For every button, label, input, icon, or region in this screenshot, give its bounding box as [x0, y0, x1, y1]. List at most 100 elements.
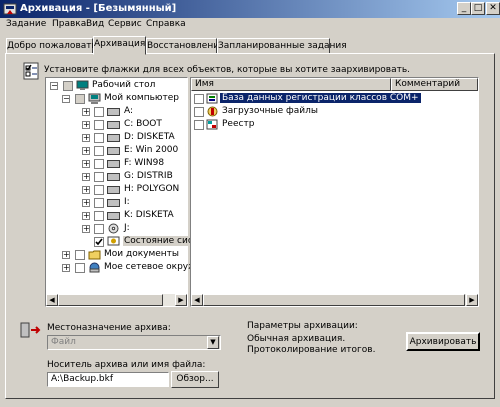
column-header-name[interactable]: Имя	[191, 78, 391, 91]
collapse-icon[interactable]: −	[50, 82, 58, 90]
expand-icon[interactable]: +	[82, 147, 90, 155]
close-button[interactable]: ✕	[486, 2, 500, 15]
boot-files-icon	[207, 106, 218, 117]
menu-help[interactable]: Справка	[146, 19, 186, 29]
scroll-left-button[interactable]: ◀	[46, 294, 58, 306]
tab-restore[interactable]: Восстановление	[146, 38, 225, 54]
checklist-icon	[23, 62, 39, 80]
list-item-checkbox[interactable]	[194, 120, 204, 130]
drive-label: J:	[124, 223, 130, 233]
drive-label: A:	[124, 106, 134, 116]
media-path-input[interactable]: A:\Backup.bkf	[47, 372, 169, 387]
expand-icon[interactable]: +	[82, 173, 90, 181]
drive-checkbox[interactable]	[94, 120, 104, 130]
expand-icon[interactable]: +	[82, 225, 90, 233]
drive-checkbox[interactable]	[94, 224, 104, 234]
hard-drive-icon	[107, 147, 120, 155]
network-icon	[89, 262, 100, 273]
list-item-checkbox[interactable]	[194, 107, 204, 117]
tab-welcome[interactable]: Добро пожаловать!	[6, 38, 100, 54]
scroll-left-button[interactable]: ◀	[191, 294, 203, 306]
folder-icon	[88, 250, 101, 260]
title-bar: Архивация - [Безымянный] _ □ ✕	[0, 0, 500, 18]
hard-drive-icon	[107, 212, 120, 220]
scroll-right-button[interactable]: ▶	[466, 294, 478, 306]
drive-checkbox[interactable]	[94, 133, 104, 143]
registry-icon	[206, 119, 218, 130]
component-icon	[206, 93, 218, 104]
scroll-thumb[interactable]	[203, 294, 465, 306]
expand-icon[interactable]: +	[62, 264, 70, 272]
expand-icon[interactable]: +	[82, 199, 90, 207]
expand-icon[interactable]: +	[82, 160, 90, 168]
scroll-right-button[interactable]: ▶	[175, 294, 187, 306]
checkbox-my-computer[interactable]	[75, 94, 85, 104]
drive-checkbox[interactable]	[94, 211, 104, 221]
drive-checkbox[interactable]	[94, 107, 104, 117]
hard-drive-icon	[107, 186, 120, 194]
backup-destination-icon	[20, 322, 41, 338]
params-line-1: Обычная архивация.	[247, 334, 346, 344]
media-path-value: A:\Backup.bkf	[51, 374, 114, 384]
expand-icon[interactable]: +	[82, 212, 90, 220]
drive-label: I:	[124, 197, 130, 207]
drive-label: E: Win 2000	[124, 145, 179, 155]
drive-checkbox[interactable]	[94, 159, 104, 169]
checkbox-my-documents[interactable]	[75, 250, 85, 260]
drive-checkbox[interactable]	[94, 185, 104, 195]
tab-backup[interactable]: Архивация	[93, 36, 146, 55]
checkbox-desktop[interactable]	[63, 81, 73, 91]
tree-label-desktop: Рабочий стол	[92, 80, 156, 90]
hard-drive-icon	[107, 173, 120, 181]
destination-label: Местоназначение архива:	[47, 323, 171, 333]
window-title: Архивация - [Безымянный]	[20, 3, 177, 14]
hard-drive-icon	[107, 134, 120, 142]
drive-label: K: DISKETA	[124, 210, 174, 220]
minimize-button[interactable]: _	[457, 2, 471, 15]
drive-checkbox[interactable]	[94, 198, 104, 208]
menu-task[interactable]: Задание	[6, 19, 46, 29]
menu-tools[interactable]: Сервис	[108, 19, 142, 29]
expand-icon[interactable]: +	[82, 121, 90, 129]
hard-drive-icon	[107, 160, 120, 168]
tree-label-my-documents: Мои документы	[104, 249, 180, 259]
drive-checkbox[interactable]	[94, 146, 104, 156]
tree-label-network: Мое сетевое окруже	[104, 262, 202, 272]
drive-checkbox[interactable]	[94, 172, 104, 182]
expand-icon[interactable]: +	[82, 134, 90, 142]
checkbox-network[interactable]	[75, 263, 85, 273]
browse-button[interactable]: Обзор...	[171, 371, 219, 388]
expand-icon[interactable]: +	[82, 108, 90, 116]
drive-label: C: BOOT	[124, 119, 162, 129]
params-line-2: Протоколирование итогов.	[247, 345, 376, 355]
menu-view[interactable]: Вид	[86, 19, 104, 29]
tree-label-my-computer: Мой компьютер	[104, 93, 179, 103]
list-horizontal-scrollbar[interactable]: ◀ ▶	[191, 294, 478, 306]
tab-scheduled-jobs[interactable]: Запланированные задания	[217, 38, 347, 54]
cd-drive-icon	[108, 223, 119, 234]
list-item-label: Загрузочные файлы	[222, 106, 318, 116]
destination-select[interactable]: Файл ▼	[47, 335, 221, 350]
system-state-checkbox[interactable]	[94, 237, 104, 247]
floppy-drive-icon	[107, 108, 120, 116]
collapse-icon[interactable]: −	[62, 95, 70, 103]
list-item-checkbox[interactable]	[194, 94, 204, 104]
chevron-down-icon[interactable]: ▼	[207, 336, 219, 349]
list-item-label: База данных регистрации классов COM+	[220, 93, 421, 103]
scroll-thumb[interactable]	[58, 294, 163, 306]
cd-drive-icon	[107, 199, 120, 207]
file-list-view[interactable]: Имя Комментарий База данных регистрации …	[190, 77, 479, 307]
expand-icon[interactable]: +	[82, 186, 90, 194]
media-label: Носитель архива или имя файла:	[47, 360, 206, 370]
menu-edit[interactable]: Правка	[52, 19, 86, 29]
system-state-icon	[107, 236, 120, 246]
menu-bar: Задание Правка Вид Сервис Справка	[0, 18, 500, 34]
tree-view[interactable]: − Рабочий стол − Мой компьютер + A: + C: B…	[45, 77, 205, 307]
tree-horizontal-scrollbar[interactable]: ◀ ▶	[46, 294, 187, 306]
start-backup-button[interactable]: Архивировать	[406, 332, 480, 351]
drive-label: D: DISKETA	[124, 132, 175, 142]
maximize-button[interactable]: □	[471, 2, 485, 15]
computer-icon	[88, 93, 101, 104]
column-header-comment[interactable]: Комментарий	[391, 78, 478, 91]
expand-icon[interactable]: +	[62, 251, 70, 259]
